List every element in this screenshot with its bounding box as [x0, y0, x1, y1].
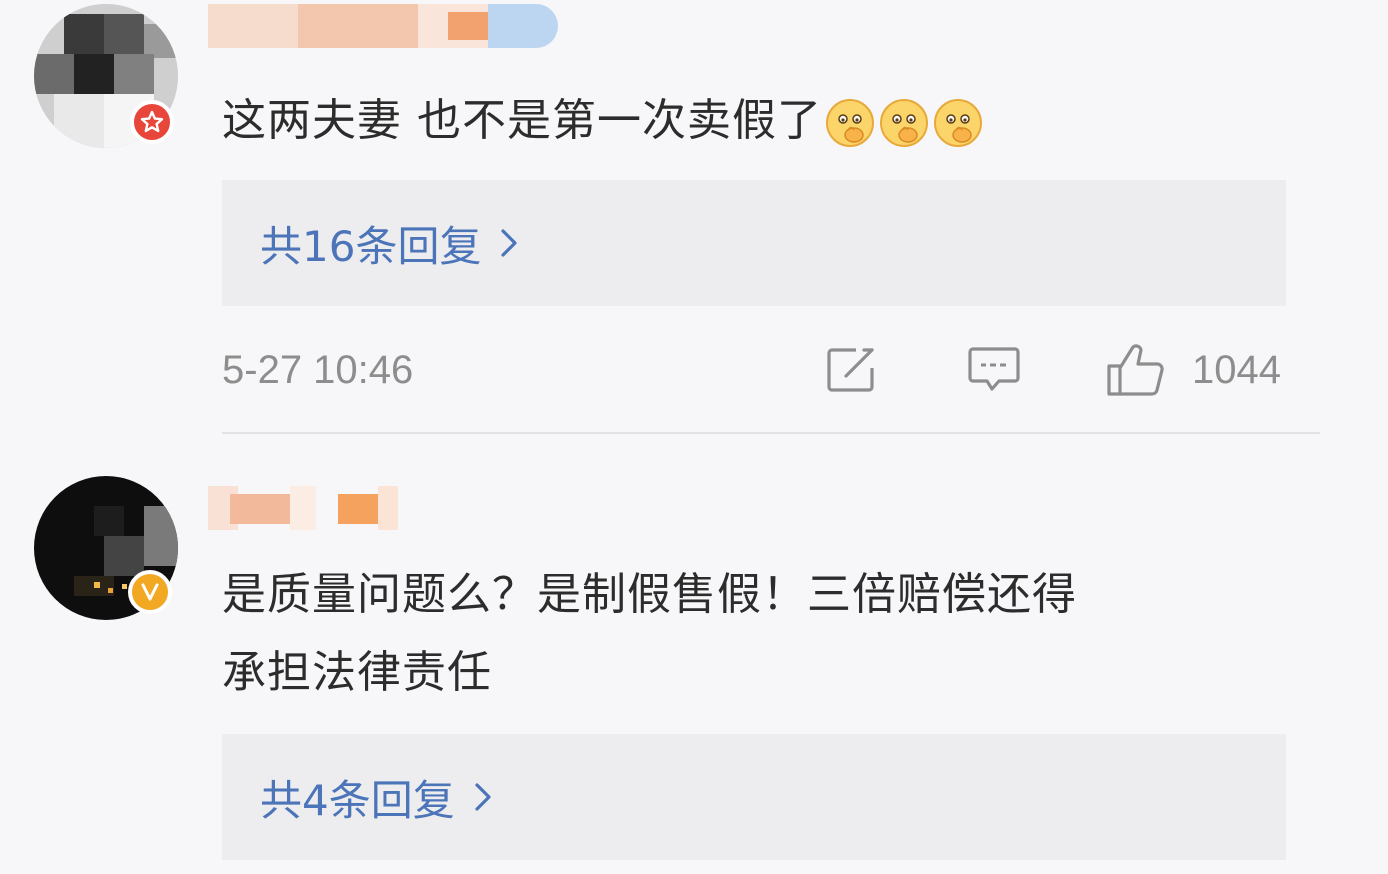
v-verified-badge-icon — [128, 570, 172, 614]
comment-item: 这两夫妻 也不是第一次卖假了 共16条回复 5-27 10:46 1044 — [0, 0, 1388, 432]
comment-text-line: 是质量问题么？是制假售假！三倍赔偿还得 — [222, 569, 1077, 620]
comment-timestamp: 5-27 10:46 — [222, 348, 414, 392]
comment-button[interactable] — [968, 346, 1020, 396]
chevron-right-icon — [501, 229, 518, 257]
username-blurred[interactable] — [208, 486, 398, 530]
view-replies-label: 共16条回复 — [260, 221, 482, 271]
chevron-right-icon — [475, 783, 491, 811]
comment-text-content: 这两夫妻 也不是第一次卖假了 — [222, 95, 822, 146]
view-replies-link[interactable]: 共4条回复 — [260, 767, 493, 828]
view-replies-link[interactable]: 共16条回复 — [260, 213, 519, 274]
shy-face-emoji-icon — [934, 99, 982, 147]
share-button[interactable] — [826, 346, 878, 394]
view-replies-label: 共4条回复 — [260, 775, 455, 825]
share-icon — [827, 348, 874, 392]
replies-panel[interactable]: 共4条回复 — [222, 734, 1286, 860]
like-count: 1044 — [1192, 347, 1281, 392]
comment-meta: 5-27 10:46 1044 — [222, 342, 1286, 402]
comment-icon — [968, 347, 1020, 391]
username-blurred[interactable] — [208, 4, 558, 48]
shy-face-emoji-icon — [880, 99, 928, 147]
comment-item: 是质量问题么？是制假售假！三倍赔偿还得 承担法律责任 共4条回复 — [0, 434, 1388, 874]
shy-face-emoji-icon — [826, 99, 874, 147]
comment-text: 是质量问题么？是制假售假！三倍赔偿还得 承担法律责任 — [222, 556, 1302, 712]
replies-panel[interactable]: 共16条回复 — [222, 180, 1286, 306]
like-button[interactable]: 1044 — [1106, 342, 1281, 398]
comment-text-line: 承担法律责任 — [222, 647, 492, 698]
thumbs-up-icon — [1107, 344, 1164, 396]
star-badge-icon — [130, 100, 174, 144]
comment-text: 这两夫妻 也不是第一次卖假了 — [222, 82, 1302, 160]
emoji-group — [824, 97, 984, 149]
